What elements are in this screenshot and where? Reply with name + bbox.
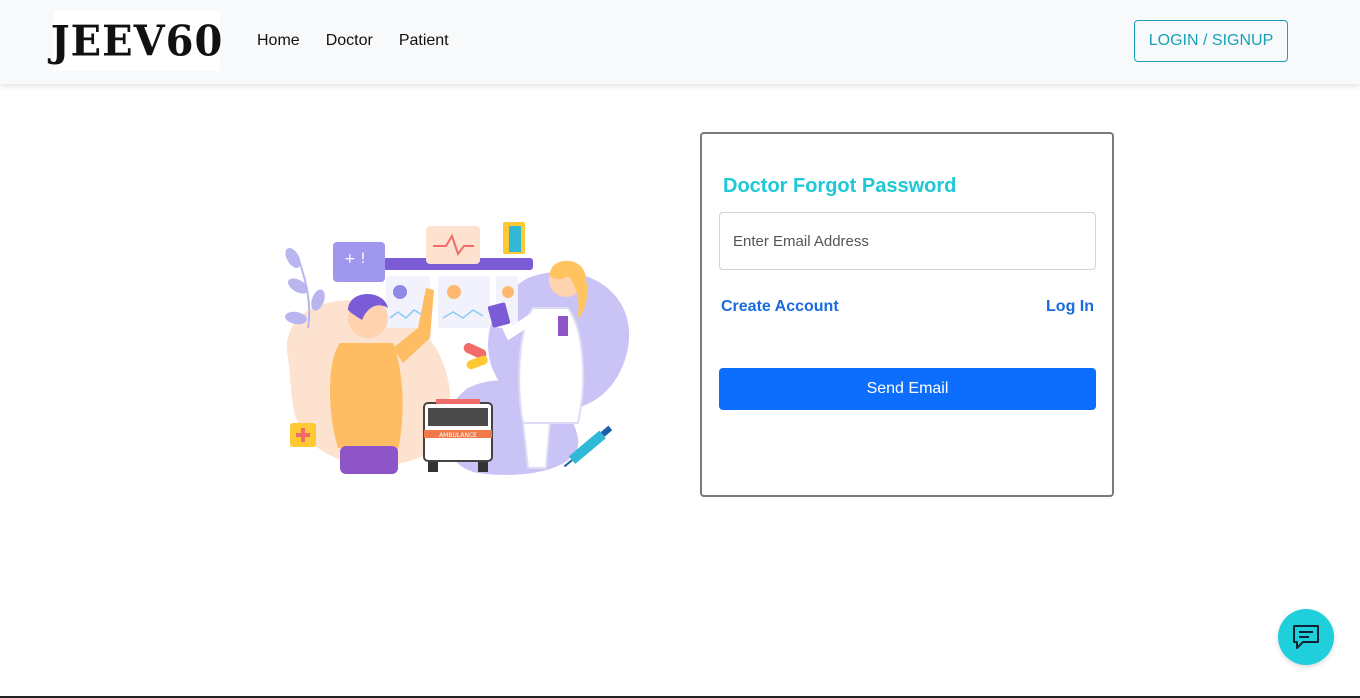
logo-text: JEEV60 [50,16,224,66]
medical-illustration: + ! AMBULANCE [278,218,638,480]
nav-link-patient[interactable]: Patient [399,32,449,50]
email-input[interactable] [719,212,1096,270]
login-signup-button[interactable]: LOGIN / SIGNUP [1134,20,1288,62]
create-account-link[interactable]: Create Account [721,298,839,316]
login-link[interactable]: Log In [1046,298,1094,316]
nav-links: Home Doctor Patient [257,32,449,50]
navbar: JEEV60 Home Doctor Patient LOGIN / SIGNU… [0,0,1360,84]
svg-text:+ !: + ! [344,251,366,267]
page-title: Doctor Forgot Password [723,175,957,197]
forgot-password-card: Doctor Forgot Password Create Account Lo… [700,132,1114,497]
nav-link-home[interactable]: Home [257,32,300,50]
chat-button[interactable] [1278,609,1334,665]
send-email-button[interactable]: Send Email [719,368,1096,410]
nav-link-doctor[interactable]: Doctor [326,32,373,50]
chat-icon [1293,625,1319,649]
ambulance-text: AMBULANCE [439,432,477,439]
logo[interactable]: JEEV60 [51,11,222,71]
